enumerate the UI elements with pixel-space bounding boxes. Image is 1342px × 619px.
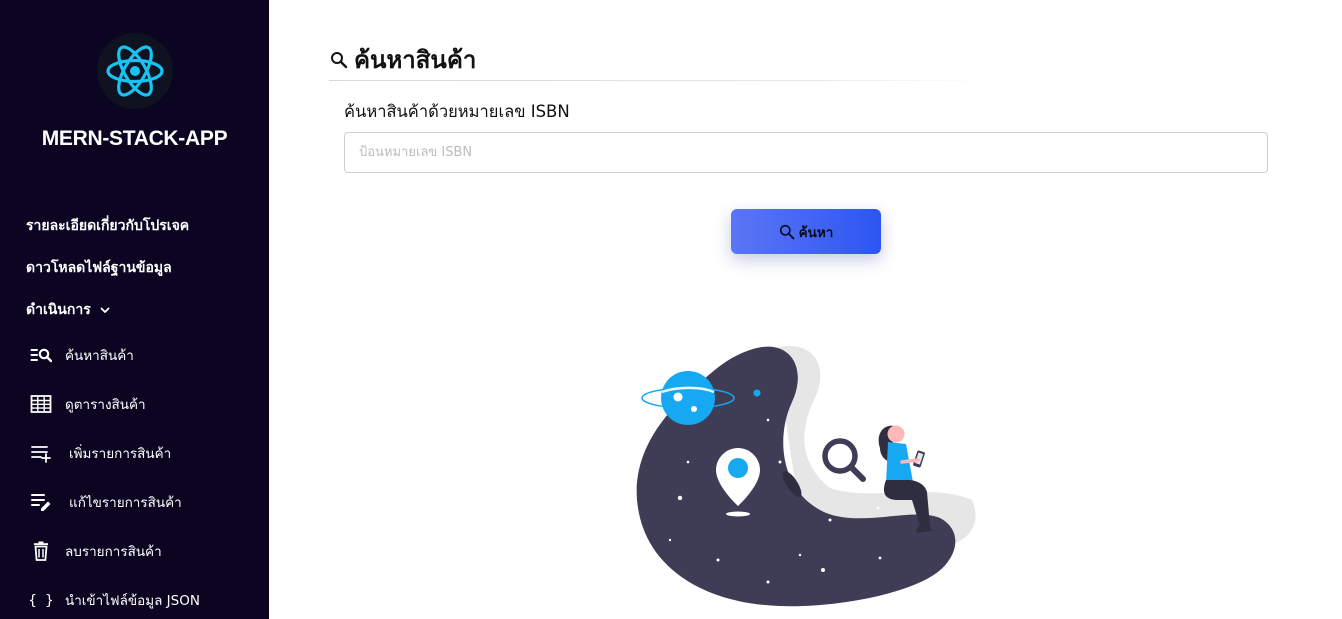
nav-dropdown-operations[interactable]: ดำเนินการ xyxy=(26,299,111,321)
table-grid-icon xyxy=(30,393,52,415)
nav-link-download-database[interactable]: ดาวโหลดไฟล์ฐานข้อมูล xyxy=(26,257,172,279)
svg-text:{ }: { } xyxy=(30,593,52,609)
braces-icon: { } xyxy=(30,589,52,611)
sidebar-item-delete-product[interactable]: ลบรายการสินค้า xyxy=(30,538,162,564)
sidebar-item-add-product[interactable]: เพิ่มรายการสินค้า xyxy=(30,440,171,466)
sidebar-item-label: เพิ่มรายการสินค้า xyxy=(69,446,172,462)
react-logo-icon xyxy=(97,33,173,109)
playlist-add-icon xyxy=(30,442,52,464)
sidebar-item-label: ค้นหาสินค้า xyxy=(65,348,134,364)
list-search-icon xyxy=(30,344,52,366)
search-button-label: ค้นหา xyxy=(798,224,834,241)
search-icon xyxy=(779,224,795,239)
search-button[interactable]: ค้นหา xyxy=(731,209,881,254)
sidebar-item-edit-product[interactable]: แก้ไขรายการสินค้า xyxy=(30,489,182,515)
sidebar-item-import-json[interactable]: { } นำเข้าไฟล์ข้อมูล JSON xyxy=(30,587,200,613)
sidebar-item-label: นำเข้าไฟล์ข้อมูล JSON xyxy=(65,593,200,609)
sidebar: MERN-STACK-APP รายละเอียดเกี่ยวกับโปรเจค… xyxy=(0,0,269,619)
playlist-edit-icon xyxy=(30,491,52,513)
page-title: ค้นหาสินค้า xyxy=(330,40,476,79)
sidebar-item-label: ดูตารางสินค้า xyxy=(65,397,146,413)
empty-state-illustration xyxy=(630,340,980,619)
chevron-down-icon xyxy=(100,307,110,313)
sidebar-item-search-product[interactable]: ค้นหาสินค้า xyxy=(30,342,134,368)
sidebar-item-view-table[interactable]: ดูตารางสินค้า xyxy=(30,391,146,417)
app-title: MERN-STACK-APP xyxy=(41,127,228,150)
nav-dropdown-label: ดำเนินการ xyxy=(26,302,91,318)
title-divider xyxy=(329,80,989,81)
isbn-field-label: ค้นหาสินค้าด้วยหมายเลข ISBN xyxy=(344,102,570,121)
isbn-search-input[interactable] xyxy=(344,132,1268,173)
page-title-text: ค้นหาสินค้า xyxy=(354,46,477,74)
sidebar-item-label: ลบรายการสินค้า xyxy=(65,544,162,560)
search-icon xyxy=(331,51,348,68)
nav-link-project-details[interactable]: รายละเอียดเกี่ยวกับโปรเจค xyxy=(26,215,189,237)
trash-icon xyxy=(30,540,52,562)
sidebar-item-label: แก้ไขรายการสินค้า xyxy=(69,495,182,511)
